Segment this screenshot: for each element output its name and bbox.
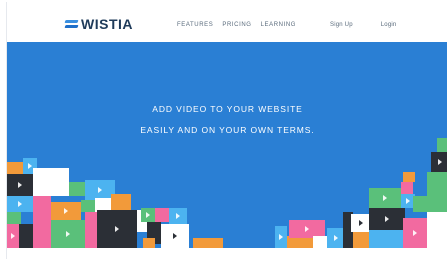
play-icon: [385, 216, 389, 222]
play-icon: [413, 230, 417, 236]
play-icon: [406, 198, 410, 204]
video-tile: [353, 232, 369, 248]
video-tile: [155, 208, 169, 222]
nav-link-pricing[interactable]: PRICING: [222, 22, 251, 28]
play-icon: [28, 163, 32, 169]
play-icon: [115, 226, 119, 232]
video-tile: [437, 138, 447, 152]
video-tile: [351, 214, 371, 232]
play-icon: [176, 213, 180, 219]
video-tile: [81, 200, 95, 212]
main-nav: FEATURES PRICING LEARNING: [177, 22, 296, 28]
play-icon: [279, 234, 283, 240]
browser-frame: WISTIA FEATURES PRICING LEARNING Sign Up…: [6, 2, 447, 259]
logo-mark-icon: [64, 19, 79, 29]
video-tile: [403, 218, 427, 248]
video-tile: [33, 168, 69, 196]
play-icon: [18, 182, 22, 188]
nav-link-features[interactable]: FEATURES: [177, 22, 213, 28]
video-tile: [169, 208, 187, 224]
video-tile: [427, 212, 447, 248]
play-icon: [64, 208, 68, 214]
video-tile: [97, 210, 137, 248]
video-tile: [19, 224, 33, 248]
video-tile: [369, 188, 401, 208]
hero-headline-line1: ADD VIDEO TO YOUR WEBSITE: [152, 104, 303, 114]
play-icon: [11, 233, 15, 239]
play-icon: [437, 159, 442, 165]
wistia-logo[interactable]: WISTIA: [64, 16, 133, 32]
video-tile: [7, 174, 33, 196]
video-tile: [51, 220, 85, 248]
video-tile: [427, 172, 447, 196]
video-tile: [369, 230, 403, 248]
play-icon: [146, 212, 150, 218]
video-tile: [275, 226, 287, 248]
video-tile: [69, 182, 85, 196]
video-tile: [7, 196, 33, 212]
signup-link[interactable]: Sign Up: [330, 22, 353, 28]
video-tile: [313, 236, 327, 248]
hero-headline-line2: EASILY AND ON YOUR OWN TERMS.: [140, 125, 315, 135]
video-tile: [413, 196, 447, 212]
video-tile: [369, 208, 405, 230]
top-navbar: WISTIA FEATURES PRICING LEARNING Sign Up…: [7, 2, 447, 42]
video-tile: [85, 212, 97, 248]
play-icon: [66, 231, 70, 237]
play-icon: [98, 187, 102, 193]
nav-link-learning[interactable]: LEARNING: [261, 22, 296, 28]
video-tile: [143, 238, 155, 248]
play-icon: [334, 235, 338, 241]
play-icon: [18, 201, 22, 207]
video-tile: [7, 224, 19, 248]
play-icon: [173, 233, 177, 239]
video-tile: [401, 182, 413, 194]
play-icon: [305, 226, 309, 232]
video-tile: [33, 222, 51, 248]
hero-banner: ADD VIDEO TO YOUR WEBSITE EASILY AND ON …: [7, 42, 447, 248]
video-tile: [161, 224, 189, 248]
video-tile: [141, 208, 155, 222]
video-tile: [403, 172, 415, 182]
video-tile: [7, 162, 23, 174]
video-tile: [51, 202, 81, 220]
login-link[interactable]: Login: [381, 22, 397, 28]
play-icon: [359, 220, 363, 226]
auth-links: Sign Up Login: [330, 22, 396, 28]
video-tile: [33, 196, 51, 222]
video-tile: [193, 238, 223, 248]
page-bottom-strip: [7, 248, 447, 259]
video-tile: [111, 194, 131, 210]
brand-name: WISTIA: [81, 16, 133, 32]
play-icon: [383, 195, 387, 201]
video-tile: [431, 152, 447, 172]
video-tile: [7, 212, 21, 224]
